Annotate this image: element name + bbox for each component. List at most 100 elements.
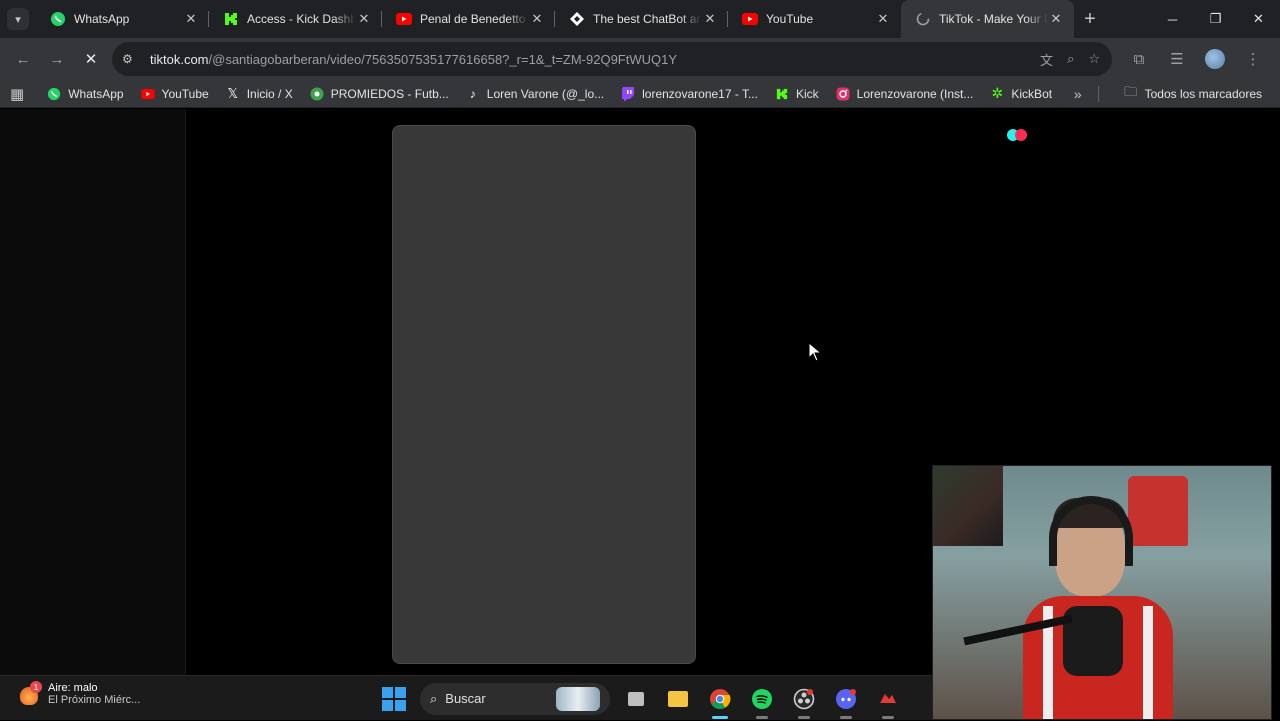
bookmark-twitch[interactable]: lorenzovarone17 - T... — [612, 82, 766, 106]
youtube-icon — [140, 86, 156, 102]
close-icon[interactable]: ✕ — [356, 11, 372, 27]
spotify-icon — [752, 688, 772, 709]
new-tab-button[interactable]: + — [1074, 0, 1106, 38]
tab-whatsapp[interactable]: WhatsApp ✕ — [36, 0, 209, 38]
tiktok-sidebar — [0, 109, 186, 675]
loading-dots-icon — [1007, 128, 1033, 142]
tab-youtube[interactable]: YouTube ✕ — [728, 0, 901, 38]
kick-icon — [223, 11, 239, 27]
bookmark-kickbot[interactable]: ✲ KickBot — [981, 82, 1060, 106]
youtube-icon — [396, 11, 412, 27]
tab-kick-dashboard[interactable]: Access - Kick Dashboard ✕ — [209, 0, 382, 38]
bookmark-kick[interactable]: Kick — [766, 82, 827, 106]
media-control-icon[interactable]: ☰ — [1160, 42, 1194, 76]
close-icon[interactable]: ✕ — [183, 11, 199, 27]
profile-avatar[interactable] — [1198, 42, 1232, 76]
chrome-button[interactable] — [704, 683, 736, 719]
chevron-down-icon: ▾ — [7, 8, 29, 30]
mouse-cursor-icon — [808, 342, 822, 362]
red-app-icon — [880, 693, 896, 703]
apps-icon[interactable]: ▦ — [10, 82, 38, 106]
youtube-icon — [742, 11, 758, 27]
bookmark-label: PROMIEDOS - Futb... — [330, 86, 449, 101]
menu-icon[interactable]: ⋮ — [1236, 42, 1270, 76]
bookmark-label: YouTube — [161, 86, 209, 101]
stop-loading-icon[interactable]: ✕ — [74, 42, 108, 76]
close-icon[interactable]: ✕ — [875, 11, 891, 27]
taskbar-search[interactable]: ⌕ Buscar — [420, 682, 610, 715]
weather-subtitle: El Próximo Miérc... — [48, 694, 141, 706]
game-launcher-button[interactable] — [872, 683, 904, 719]
tab-chatbot[interactable]: The best ChatBot and ✕ — [555, 0, 728, 38]
search-icon: ⌕ — [430, 690, 438, 706]
close-icon[interactable]: ✕ — [1048, 11, 1064, 27]
zoom-icon[interactable]: ⌕ — [1067, 51, 1074, 67]
obs-button[interactable] — [788, 683, 820, 719]
chatbot-icon — [569, 11, 585, 27]
weather-widget[interactable]: 1 Aire: malo El Próximo Miérc... — [18, 681, 141, 706]
bookmark-label: WhatsApp — [68, 86, 124, 101]
bookmark-youtube[interactable]: YouTube — [132, 82, 217, 106]
all-bookmarks-folder[interactable]: 🗀 Todos los marcadores — [1115, 82, 1270, 106]
url-path: /@santiagobarberan/video/756350753517761… — [208, 51, 678, 67]
bookmark-label: lorenzovarone17 - T... — [642, 86, 758, 101]
close-icon[interactable]: ✕ — [702, 11, 718, 27]
x-icon: 𝕏 — [227, 85, 238, 101]
tab-tiktok[interactable]: TikTok - Make Your Day ✕ — [901, 0, 1074, 38]
kickbot-icon: ✲ — [991, 85, 1004, 101]
bookmark-label: Lorenzovarone (Inst... — [856, 86, 974, 101]
bookmark-label: Kick — [795, 86, 819, 101]
start-button[interactable] — [378, 683, 410, 715]
site-info-icon[interactable]: ⚙ — [122, 52, 142, 66]
weather-icon: 1 — [18, 681, 42, 705]
tab-strip: ▾ WhatsApp ✕ Access - Kick Dashboard ✕ P… — [0, 0, 1280, 38]
bookmark-instagram[interactable]: Lorenzovarone (Inst... — [827, 82, 982, 106]
window-controls: ─ ❐ ✕ — [1151, 0, 1280, 38]
search-placeholder: Buscar — [445, 691, 486, 706]
extensions-icon[interactable]: ⧉ — [1122, 42, 1156, 76]
webcam-overlay — [932, 465, 1272, 720]
bookmark-star-icon[interactable]: ☆ — [1088, 51, 1100, 67]
bookmark-whatsapp[interactable]: WhatsApp — [38, 82, 131, 106]
promiedos-icon — [309, 86, 325, 102]
whatsapp-icon — [46, 86, 62, 102]
close-window-icon[interactable]: ✕ — [1237, 0, 1280, 38]
discord-button[interactable] — [830, 683, 862, 719]
close-icon[interactable]: ✕ — [529, 11, 545, 27]
tab-title: The best ChatBot and — [593, 12, 702, 26]
windows-taskbar: 1 Aire: malo El Próximo Miérc... ⌕ Busca… — [0, 675, 932, 720]
tab-penal-benedetto[interactable]: Penal de Benedetto a ✕ — [382, 0, 555, 38]
bookmark-label: KickBot — [1011, 86, 1053, 101]
restore-icon[interactable]: ❐ — [1194, 0, 1237, 38]
search-highlight-image — [556, 686, 600, 711]
whatsapp-icon — [50, 11, 66, 27]
bookmark-x[interactable]: 𝕏 Inicio / X — [217, 82, 301, 106]
more-bookmarks-icon[interactable]: » — [1074, 86, 1082, 102]
bookmark-label: Inicio / X — [246, 86, 293, 101]
task-view-button[interactable] — [620, 683, 652, 715]
tab-search-button[interactable]: ▾ — [0, 0, 36, 38]
folder-icon — [668, 690, 688, 707]
minimize-icon[interactable]: ─ — [1151, 0, 1194, 38]
windows-icon — [382, 686, 406, 711]
tab-title: TikTok - Make Your Day — [939, 12, 1048, 26]
file-explorer-button[interactable] — [662, 683, 694, 715]
translate-icon[interactable]: 文 — [1040, 50, 1053, 69]
tiktok-icon: ♪ — [469, 86, 476, 101]
spotify-button[interactable] — [746, 683, 778, 719]
bookmark-tiktok-loren[interactable]: ♪ Loren Varone (@_lo... — [457, 82, 612, 106]
task-view-icon — [628, 691, 644, 706]
discord-icon — [836, 688, 856, 709]
chrome-icon — [710, 688, 731, 709]
address-bar[interactable]: ⚙ tiktok.com/@santiagobarberan/video/756… — [112, 42, 1112, 76]
tab-title: YouTube — [766, 12, 814, 26]
all-bookmarks-label: Todos los marcadores — [1144, 87, 1262, 101]
url-host: tiktok.com — [150, 51, 209, 67]
tab-title: Access - Kick Dashboard — [247, 12, 356, 26]
kick-icon — [774, 86, 790, 102]
forward-icon[interactable]: → — [40, 42, 74, 76]
video-placeholder[interactable] — [392, 125, 696, 664]
bookmark-promiedos[interactable]: PROMIEDOS - Futb... — [301, 82, 457, 106]
back-icon[interactable]: ← — [6, 42, 40, 76]
obs-icon — [793, 688, 815, 709]
